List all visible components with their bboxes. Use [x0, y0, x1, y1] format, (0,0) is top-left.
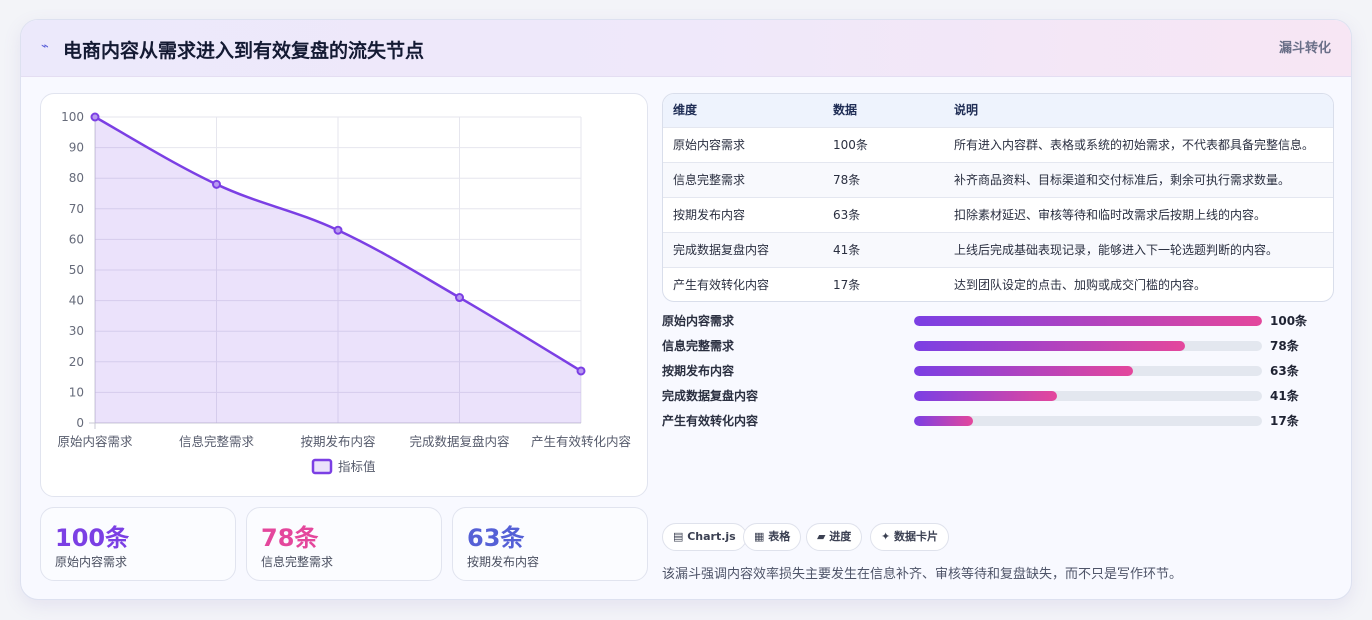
progress-fill	[914, 391, 1057, 401]
y-tick-label: 40	[69, 294, 84, 308]
summary-note: 该漏斗强调内容效率损失主要发生在信息补齐、审核等待和复盘缺失，而不只是写作环节。	[662, 567, 1183, 582]
y-tick-label: 50	[69, 263, 84, 277]
table-cell: 按期发布内容	[673, 208, 746, 222]
stat-label: 原始内容需求	[55, 555, 128, 569]
funnel-card: ⌁ 电商内容从需求进入到有效复盘的流失节点 漏斗转化 0 10 20 30 40 50 60…	[20, 19, 1352, 600]
category-tag: 漏斗转化	[1278, 41, 1331, 56]
table-cell: 100条	[833, 138, 868, 152]
data-point[interactable]	[90, 112, 100, 122]
table-cell: 完成数据复盘内容	[673, 243, 770, 257]
table-chip[interactable]: ▦ 表格	[743, 523, 802, 551]
table-header-cell: 数据	[833, 103, 858, 117]
card-header: ⌁ 电商内容从需求进入到有效复盘的流失节点 漏斗转化	[21, 20, 1351, 77]
y-tick-label: 60	[69, 232, 84, 246]
table-header-cell: 说明	[954, 103, 979, 117]
progress-value: 17条	[1270, 414, 1299, 428]
y-tick-label: 0	[76, 416, 84, 430]
stat-card: 100条原始内容需求	[40, 507, 236, 581]
y-tick-label: 90	[69, 141, 84, 155]
table-row: 完成数据复盘内容 41条 上线后完成基础表现记录，能够进入下一轮选题判断的内容。	[663, 232, 1333, 267]
progress-fill	[914, 416, 974, 426]
progress-track	[914, 366, 1262, 376]
y-tick-label: 20	[69, 355, 84, 369]
data-point[interactable]	[576, 366, 586, 376]
x-tick-label: 原始内容需求	[57, 434, 133, 449]
table-cell: 上线后完成基础表现记录，能够进入下一轮选题判断的内容。	[954, 243, 1279, 257]
table-cell: 所有进入内容群、表格或系统的初始需求，不代表都具备完整信息。	[954, 138, 1315, 152]
data-point[interactable]	[455, 293, 464, 303]
table-cell: 17条	[833, 278, 861, 292]
data-point[interactable]	[212, 179, 221, 189]
chart-line-icon: ⌁	[41, 39, 49, 54]
stat-value: 78条	[261, 524, 319, 552]
chart-chip[interactable]: ▤ Chart.js	[662, 523, 747, 551]
legend-label: 指标值	[338, 459, 376, 474]
table-header-cell: 维度	[673, 103, 698, 117]
stat-card: 63条按期发布内容	[452, 507, 648, 581]
table-cell: 原始内容需求	[673, 138, 746, 152]
table-cell: 扣除素材延迟、审核等待和临时改需求后按期上线的内容。	[954, 208, 1267, 222]
table-cell: 78条	[833, 173, 861, 187]
y-tick-label: 30	[69, 324, 84, 338]
progress-row: 完成数据复盘内容 41条	[662, 386, 1334, 406]
progress-track	[914, 391, 1262, 401]
progress-label: 按期发布内容	[662, 364, 735, 378]
progress-track	[914, 341, 1262, 351]
progress-row: 信息完整需求 78条	[662, 336, 1334, 356]
table-cell: 63条	[833, 208, 861, 222]
table-row: 按期发布内容 63条 扣除素材延迟、审核等待和临时改需求后按期上线的内容。	[663, 197, 1333, 232]
sparkle-chip[interactable]: ✦ 数据卡片	[870, 523, 950, 551]
stat-value: 63条	[467, 524, 525, 552]
progress-row: 产生有效转化内容 17条	[662, 411, 1334, 431]
progress-label: 完成数据复盘内容	[662, 389, 759, 403]
line-chart: 0 10 20 30 40 50 60 70 80 90 100 原始内容需求 信息完整需求 按期发布内容…	[57, 110, 631, 475]
table-header-row: 维度 数据 说明	[663, 94, 1333, 127]
y-tick-label: 70	[69, 202, 84, 216]
progress-value: 100条	[1270, 314, 1308, 328]
table-cell: 达到团队设定的点击、加购或成交门槛的内容。	[954, 278, 1207, 292]
stat-value: 100条	[55, 524, 130, 552]
stat-card: 78条信息完整需求	[246, 507, 442, 581]
progress-bars: 原始内容需求 100条信息完整需求 78条按期发布内容 63条完成数据复盘内容 41条产…	[662, 311, 1334, 431]
progress-label: 产生有效转化内容	[662, 414, 759, 428]
table-row: 信息完整需求 78条 补齐商品资料、目标渠道和交付标准后，剩余可执行需求数量。	[663, 162, 1333, 197]
progress-label: 信息完整需求	[662, 339, 735, 353]
table-row: 产生有效转化内容 17条 达到团队设定的点击、加购或成交门槛的内容。	[663, 267, 1333, 301]
progress-label: 原始内容需求	[662, 314, 735, 328]
progress-value: 63条	[1270, 364, 1299, 378]
progress-track	[914, 416, 1262, 426]
progress-fill	[914, 366, 1134, 376]
progress-row: 按期发布内容 63条	[662, 361, 1334, 381]
x-tick-label: 完成数据复盘内容	[409, 434, 509, 449]
stat-label: 信息完整需求	[261, 555, 334, 569]
progress-value: 41条	[1270, 389, 1299, 403]
progress-row: 原始内容需求 100条	[662, 311, 1334, 331]
table-cell: 41条	[833, 243, 861, 257]
legend-swatch[interactable]	[311, 458, 333, 475]
progress-fill	[914, 341, 1186, 351]
data-point[interactable]	[333, 225, 343, 235]
progress-fill	[914, 316, 1262, 326]
y-tick-label: 80	[69, 171, 84, 185]
table-cell: 产生有效转化内容	[673, 278, 770, 292]
data-table: 维度 数据 说明 原始内容需求 100条 所有进入内容群、表格或系统的初始需求，不代…	[662, 93, 1334, 302]
y-tick-label: 10	[69, 385, 84, 399]
progress-value: 78条	[1270, 339, 1299, 353]
x-tick-label: 产生有效转化内容	[531, 434, 631, 449]
y-tick-label: 100	[61, 110, 84, 124]
line-chart-panel: 0 10 20 30 40 50 60 70 80 90 100 原始内容需求 信息完整需求 按期发布内容…	[40, 93, 648, 497]
stat-label: 按期发布内容	[467, 555, 540, 569]
progress-track	[914, 316, 1262, 326]
x-tick-label: 按期发布内容	[300, 434, 375, 449]
table-row: 原始内容需求 100条 所有进入内容群、表格或系统的初始需求，不代表都具备完整信息。	[663, 127, 1333, 162]
table-cell: 信息完整需求	[673, 173, 746, 187]
page-title: 电商内容从需求进入到有效复盘的流失节点	[63, 40, 425, 62]
table-cell: 补齐商品资料、目标渠道和交付标准后，剩余可执行需求数量。	[954, 173, 1291, 187]
x-tick-label: 信息完整需求	[179, 434, 255, 449]
progress-chip[interactable]: ▰ 进度	[806, 523, 863, 551]
